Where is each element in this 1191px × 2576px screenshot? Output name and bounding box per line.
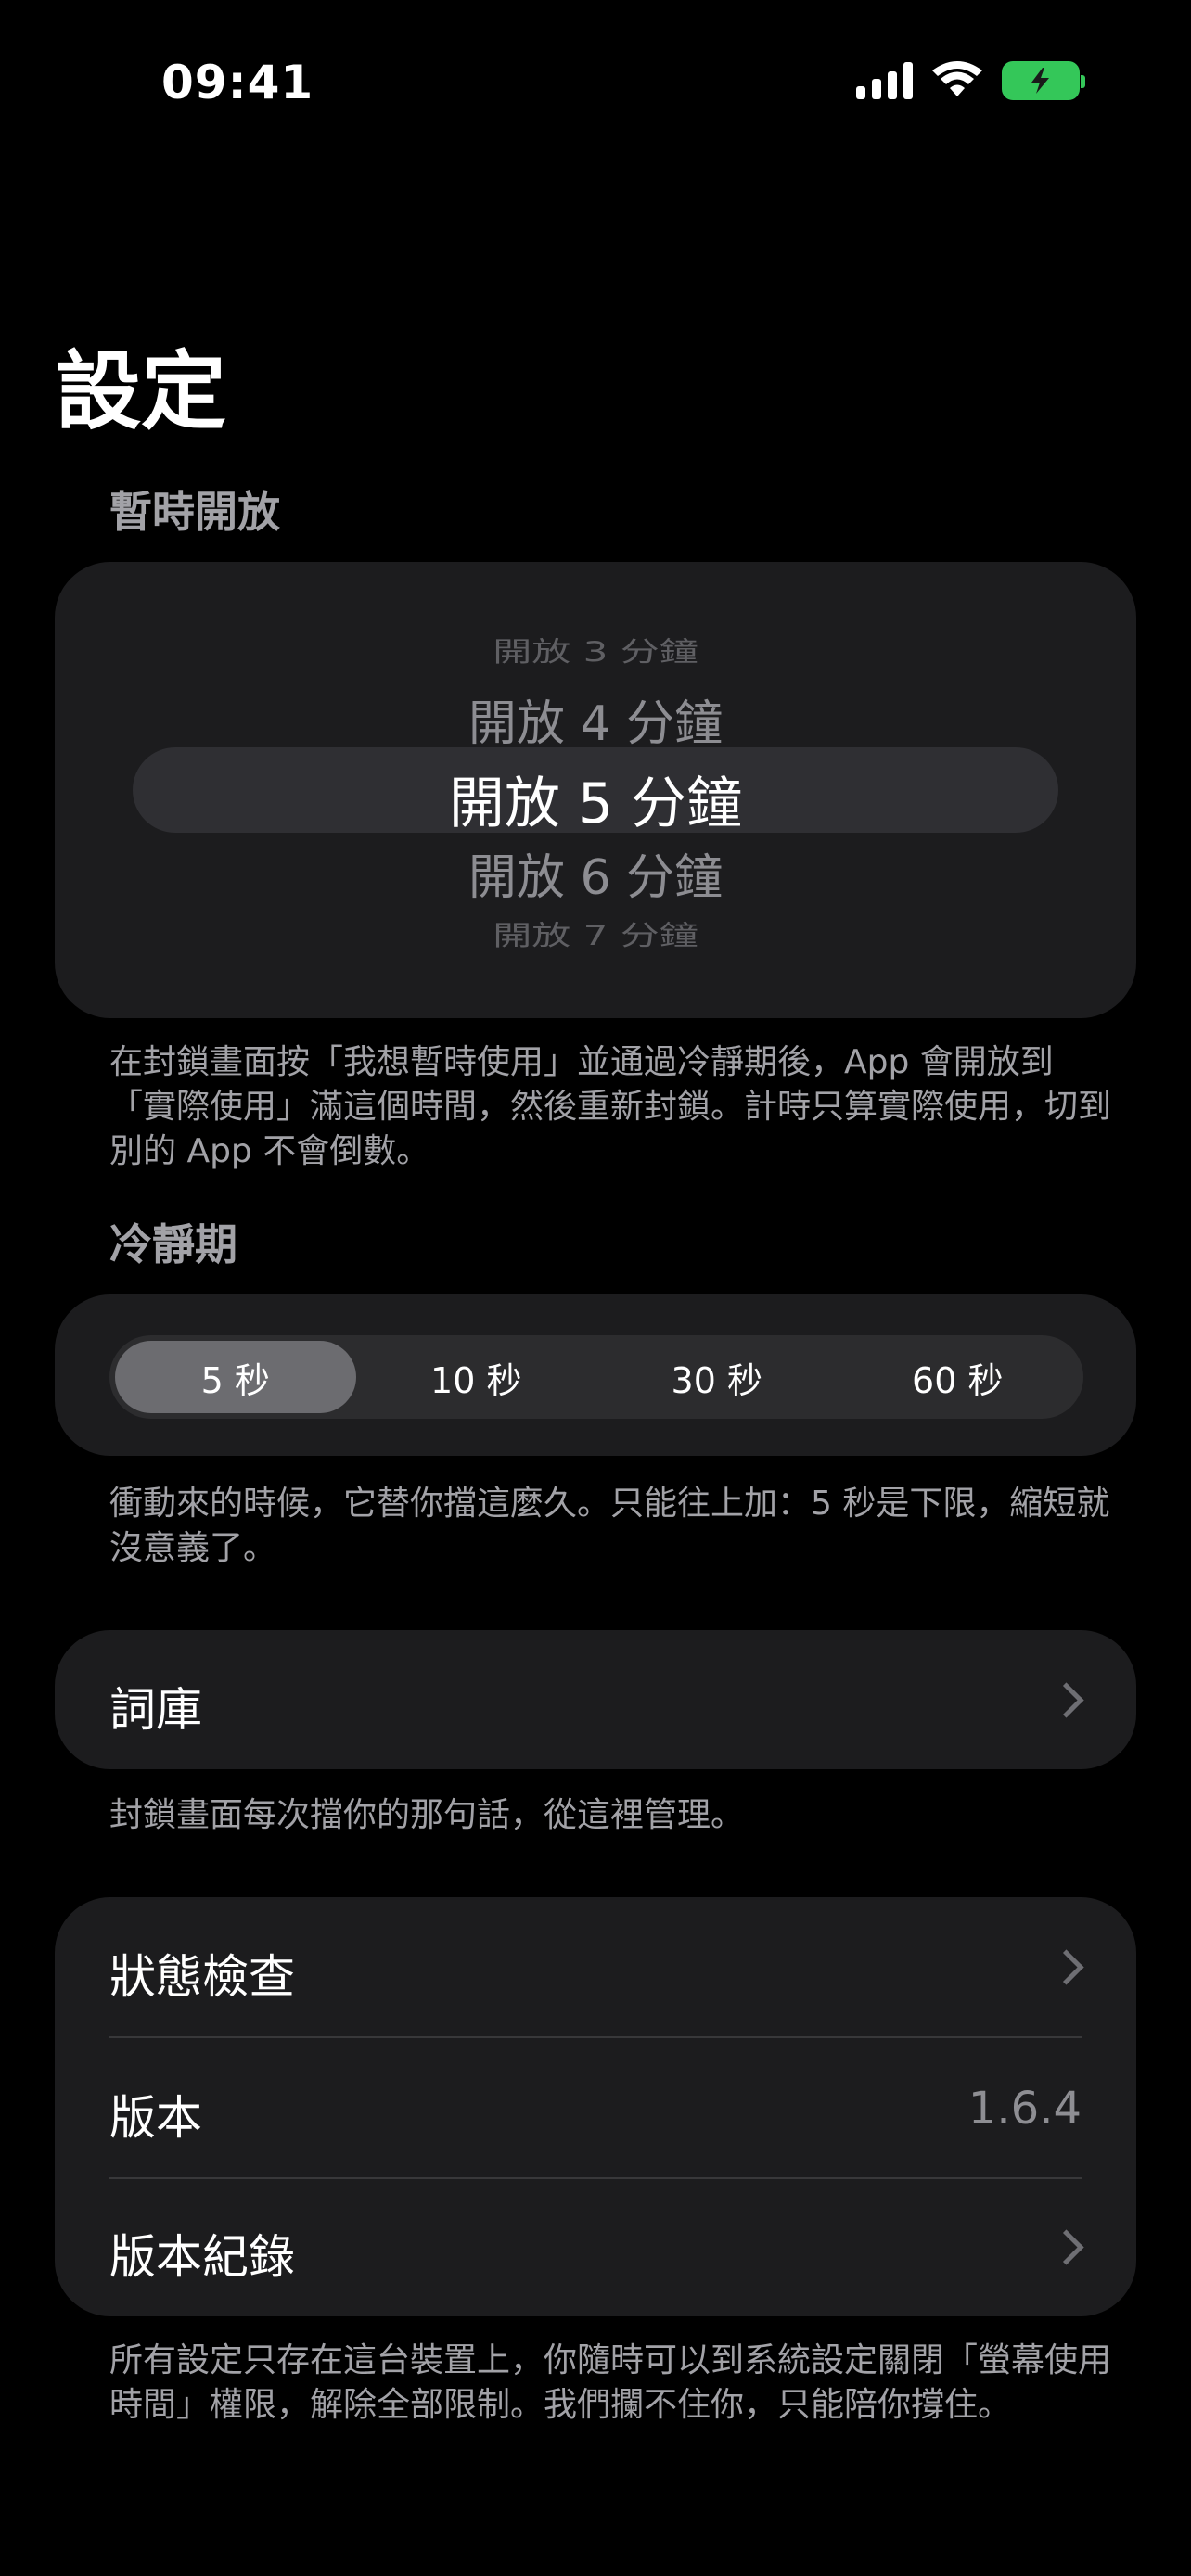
picker-option[interactable]: 開放 6 分鐘 [0,838,1191,908]
wifi-icon [932,61,982,96]
page-title: 設定 [56,342,227,441]
segment-30s[interactable]: 30 秒 [596,1341,838,1413]
changelog-label: 版本紀錄 [109,2230,295,2284]
segment-10s[interactable]: 10 秒 [356,1341,597,1413]
segment-5s[interactable]: 5 秒 [115,1341,356,1413]
version-value: 1.6.4 [967,2083,1082,2135]
temporary-open-footnote: 在封鎖畫面按「我想暫時使用」並通過冷靜期後，App 會開放到「實際使用」滿這個時… [109,1043,1112,1170]
temporary-open-label: 暫時開放 [109,487,280,537]
picker-option[interactable]: 開放 7 分鐘 [0,913,1191,953]
version-row: 版本 1.6.4 [55,2038,1136,2177]
version-label: 版本 [109,2091,202,2145]
segment-60s[interactable]: 60 秒 [838,1341,1079,1413]
changelog-row[interactable]: 版本紀錄 [55,2179,1136,2316]
chevron-right-icon [1048,2229,1084,2265]
cooldown-segmented-control[interactable]: 5 秒 10 秒 30 秒 60 秒 [109,1335,1083,1419]
dictionary-footnote: 封鎖畫面每次擋你的那句話，從這裡管理。 [109,1796,745,1834]
signal-icon [856,62,913,99]
status-check-label: 狀態檢查 [109,1950,295,2004]
status-time: 09:41 [161,56,314,109]
dictionary-row[interactable]: 詞庫 [55,1630,1136,1769]
status-check-row[interactable]: 狀態檢查 [55,1897,1136,2036]
battery-charging-icon [1002,61,1085,100]
cooldown-footnote: 衝動來的時候，它替你擋這麼久。只能往上加：5 秒是下限，縮短就沒意義了。 [109,1485,1110,1567]
info-footnote: 所有設定只存在這台裝置上，你隨時可以到系統設定關閉「螢幕使用時間」權限，解除全部… [109,2341,1112,2424]
picker-option[interactable]: 開放 4 分鐘 [0,684,1191,754]
cooldown-label: 冷靜期 [109,1219,237,1269]
chevron-right-icon [1048,1682,1084,1718]
status-icons [856,61,1085,100]
chevron-right-icon [1048,1949,1084,1985]
picker-option-selected[interactable]: 開放 5 分鐘 [0,759,1191,839]
info-group: 狀態檢查 版本 1.6.4 版本紀錄 [55,1897,1136,2316]
picker-option[interactable]: 開放 3 分鐘 [0,630,1191,670]
dictionary-label: 詞庫 [109,1683,202,1737]
